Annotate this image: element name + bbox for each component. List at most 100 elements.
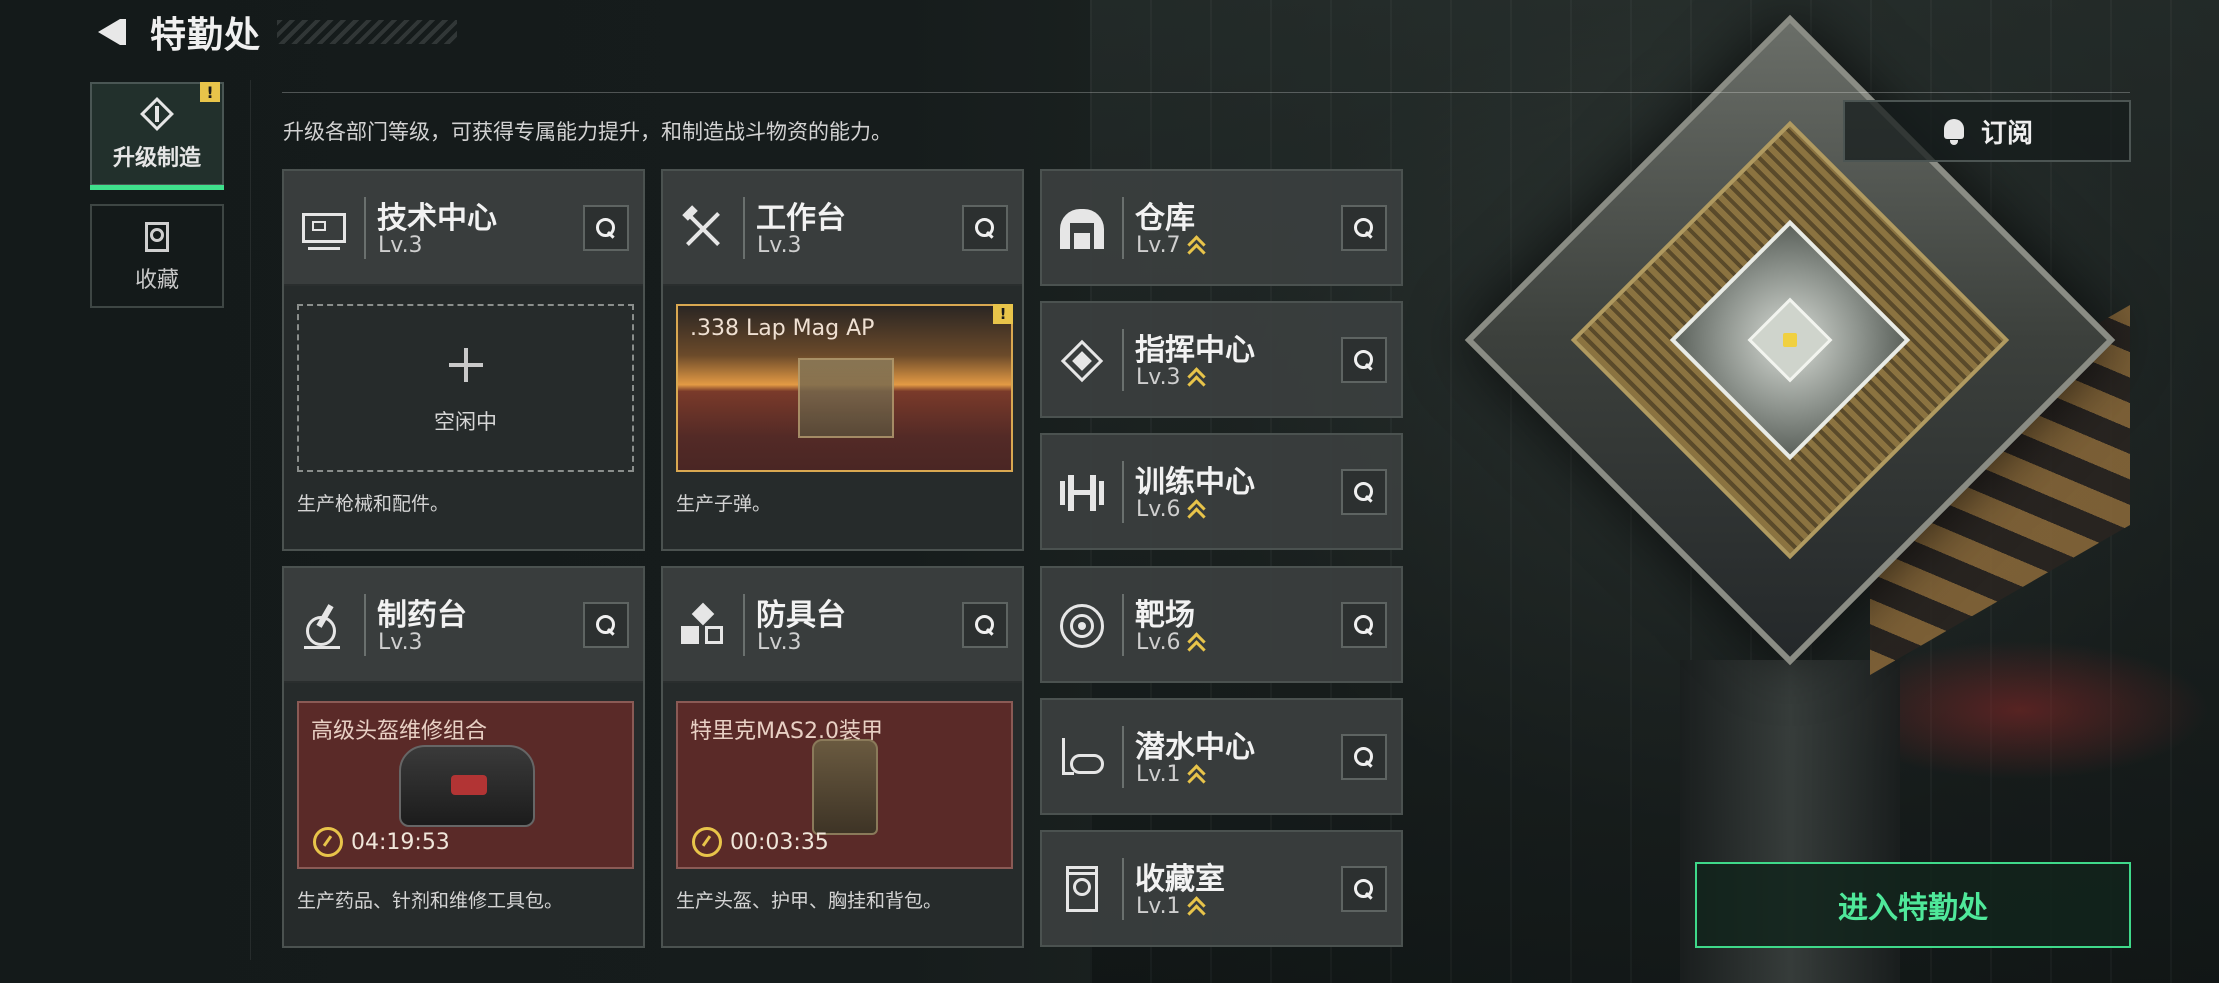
- workshop-card-pharmacy[interactable]: 制药台 Lv.3 高级头盔维修组合 04:19:53 生产药品、针剂和维修工具包…: [282, 566, 645, 948]
- collection-icon: [1056, 864, 1108, 916]
- inspect-button[interactable]: [962, 602, 1008, 648]
- search-icon: [1354, 218, 1374, 238]
- bell-icon: [1941, 117, 1967, 145]
- ammo-box-image: [798, 358, 894, 438]
- timer-value: 04:19:53: [351, 829, 450, 855]
- production-slot-in-progress[interactable]: 特里克MAS2.0装甲 00:03:35: [676, 701, 1013, 869]
- card-title: 靶场: [1135, 598, 1195, 633]
- production-slot-empty[interactable]: 空闲中: [297, 304, 634, 472]
- card-title: 工作台: [756, 201, 846, 236]
- production-timer: 00:03:35: [692, 827, 829, 857]
- inspect-button[interactable]: [1341, 469, 1387, 515]
- warning-badge: !: [993, 304, 1013, 324]
- warehouse-icon: [1056, 203, 1108, 255]
- chip-icon: [1056, 335, 1108, 387]
- repair-kit-image: [399, 745, 535, 827]
- production-slot-ready[interactable]: .338 Lap Mag AP !: [676, 304, 1013, 472]
- workshop-card-armor[interactable]: 防具台 Lv.3 特里克MAS2.0装甲 00:03:35 生产头盔、护甲、胸挂…: [661, 566, 1024, 948]
- search-icon: [596, 218, 616, 238]
- card-level: Lv.6: [1136, 497, 1205, 522]
- card-level: Lv.3: [757, 630, 802, 655]
- inspect-button[interactable]: [1341, 866, 1387, 912]
- search-icon: [1354, 482, 1374, 502]
- search-icon: [1354, 615, 1374, 635]
- card-level: Lv.1: [1136, 894, 1205, 919]
- upgrade-arrows-icon: [1187, 235, 1205, 255]
- page-title: 特勤处: [150, 15, 262, 56]
- inspect-button[interactable]: [583, 602, 629, 648]
- microscope-icon: [298, 600, 350, 652]
- upgrade-arrows-icon: [1187, 367, 1205, 387]
- inspect-button[interactable]: [1341, 337, 1387, 383]
- production-timer: 04:19:53: [313, 827, 450, 857]
- card-level: Lv.3: [1136, 365, 1205, 390]
- card-header: 防具台 Lv.3: [663, 568, 1022, 683]
- upgrade-arrows-icon: [1187, 632, 1205, 652]
- sidebar-divider: [250, 80, 251, 960]
- slot-item-name: 高级头盔维修组合: [311, 719, 488, 744]
- card-title: 技术中心: [377, 201, 497, 236]
- card-level: Lv.1: [1136, 762, 1205, 787]
- tools-icon: [677, 203, 729, 255]
- back-arrow-icon[interactable]: [92, 13, 130, 51]
- search-icon: [975, 218, 995, 238]
- production-slot-in-progress[interactable]: 高级头盔维修组合 04:19:53: [297, 701, 634, 869]
- slot-status: 空闲中: [434, 410, 497, 434]
- plus-icon: [449, 348, 483, 382]
- cubes-icon: [677, 600, 729, 652]
- tab-label: 收藏: [134, 268, 179, 293]
- search-icon: [1354, 879, 1374, 899]
- enter-hq-button[interactable]: 进入特勤处: [1695, 862, 2131, 948]
- card-title: 潜水中心: [1135, 730, 1255, 765]
- card-level: Lv.3: [378, 233, 423, 258]
- card-title: 指挥中心: [1135, 333, 1255, 368]
- collection-icon: [139, 218, 175, 254]
- upgrade-arrows-icon: [1187, 764, 1205, 784]
- tab-label: 升级制造: [112, 146, 201, 171]
- card-description: 生产头盔、护甲、胸挂和背包。: [676, 890, 943, 912]
- card-level: Lv.7: [1136, 233, 1205, 258]
- upgrade-arrows-icon: [1187, 896, 1205, 916]
- facility-card-collection-room[interactable]: 收藏室 Lv.1: [1040, 830, 1403, 947]
- card-header: 制药台 Lv.3: [284, 568, 643, 683]
- title-decoration: [277, 20, 458, 44]
- inspect-button[interactable]: [1341, 205, 1387, 251]
- card-description: 生产药品、针剂和维修工具包。: [297, 890, 564, 912]
- facility-card-diving-center[interactable]: 潜水中心 Lv.1: [1040, 698, 1403, 815]
- card-level: Lv.3: [378, 630, 423, 655]
- timer-icon: [692, 827, 722, 857]
- section-description: 升级各部门等级，可获得专属能力提升，和制造战斗物资的能力。: [283, 120, 892, 144]
- slot-item-name: .338 Lap Mag AP: [690, 316, 875, 341]
- inspect-button[interactable]: [583, 205, 629, 251]
- search-icon: [1354, 350, 1374, 370]
- subscribe-button[interactable]: 订阅: [1843, 100, 2131, 162]
- facility-card-warehouse[interactable]: 仓库 Lv.7: [1040, 169, 1403, 286]
- inspect-button[interactable]: [1341, 734, 1387, 780]
- timer-icon: [313, 827, 343, 857]
- upgrade-icon: [139, 96, 175, 132]
- timer-value: 00:03:35: [730, 829, 829, 855]
- tab-collection[interactable]: 收藏: [90, 204, 224, 308]
- facility-card-command-center[interactable]: 指挥中心 Lv.3: [1040, 301, 1403, 418]
- diving-mask-icon: [1056, 732, 1108, 784]
- workshop-card-workbench[interactable]: 工作台 Lv.3 .338 Lap Mag AP ! 生产子弹。: [661, 169, 1024, 551]
- card-level: Lv.3: [757, 233, 802, 258]
- facility-card-training-center[interactable]: 训练中心 Lv.6: [1040, 433, 1403, 550]
- slot-item-name: 特里克MAS2.0装甲: [690, 719, 883, 744]
- upgrade-arrows-icon: [1187, 499, 1205, 519]
- card-title: 训练中心: [1135, 465, 1255, 500]
- card-title: 制药台: [377, 598, 467, 633]
- header-divider: [282, 92, 2130, 93]
- inspect-button[interactable]: [962, 205, 1008, 251]
- facility-card-shooting-range[interactable]: 靶场 Lv.6: [1040, 566, 1403, 683]
- inspect-button[interactable]: [1341, 602, 1387, 648]
- tab-upgrade-craft[interactable]: ! 升级制造: [90, 82, 224, 190]
- header: 特勤处: [92, 10, 512, 56]
- card-header: 工作台 Lv.3: [663, 171, 1022, 286]
- target-icon: [1056, 600, 1108, 652]
- workshop-card-tech-center[interactable]: 技术中心 Lv.3 空闲中 生产枪械和配件。: [282, 169, 645, 551]
- card-title: 收藏室: [1135, 862, 1225, 897]
- computer-icon: [298, 203, 350, 255]
- subscribe-label: 订阅: [1980, 118, 2033, 149]
- card-title: 仓库: [1135, 201, 1195, 236]
